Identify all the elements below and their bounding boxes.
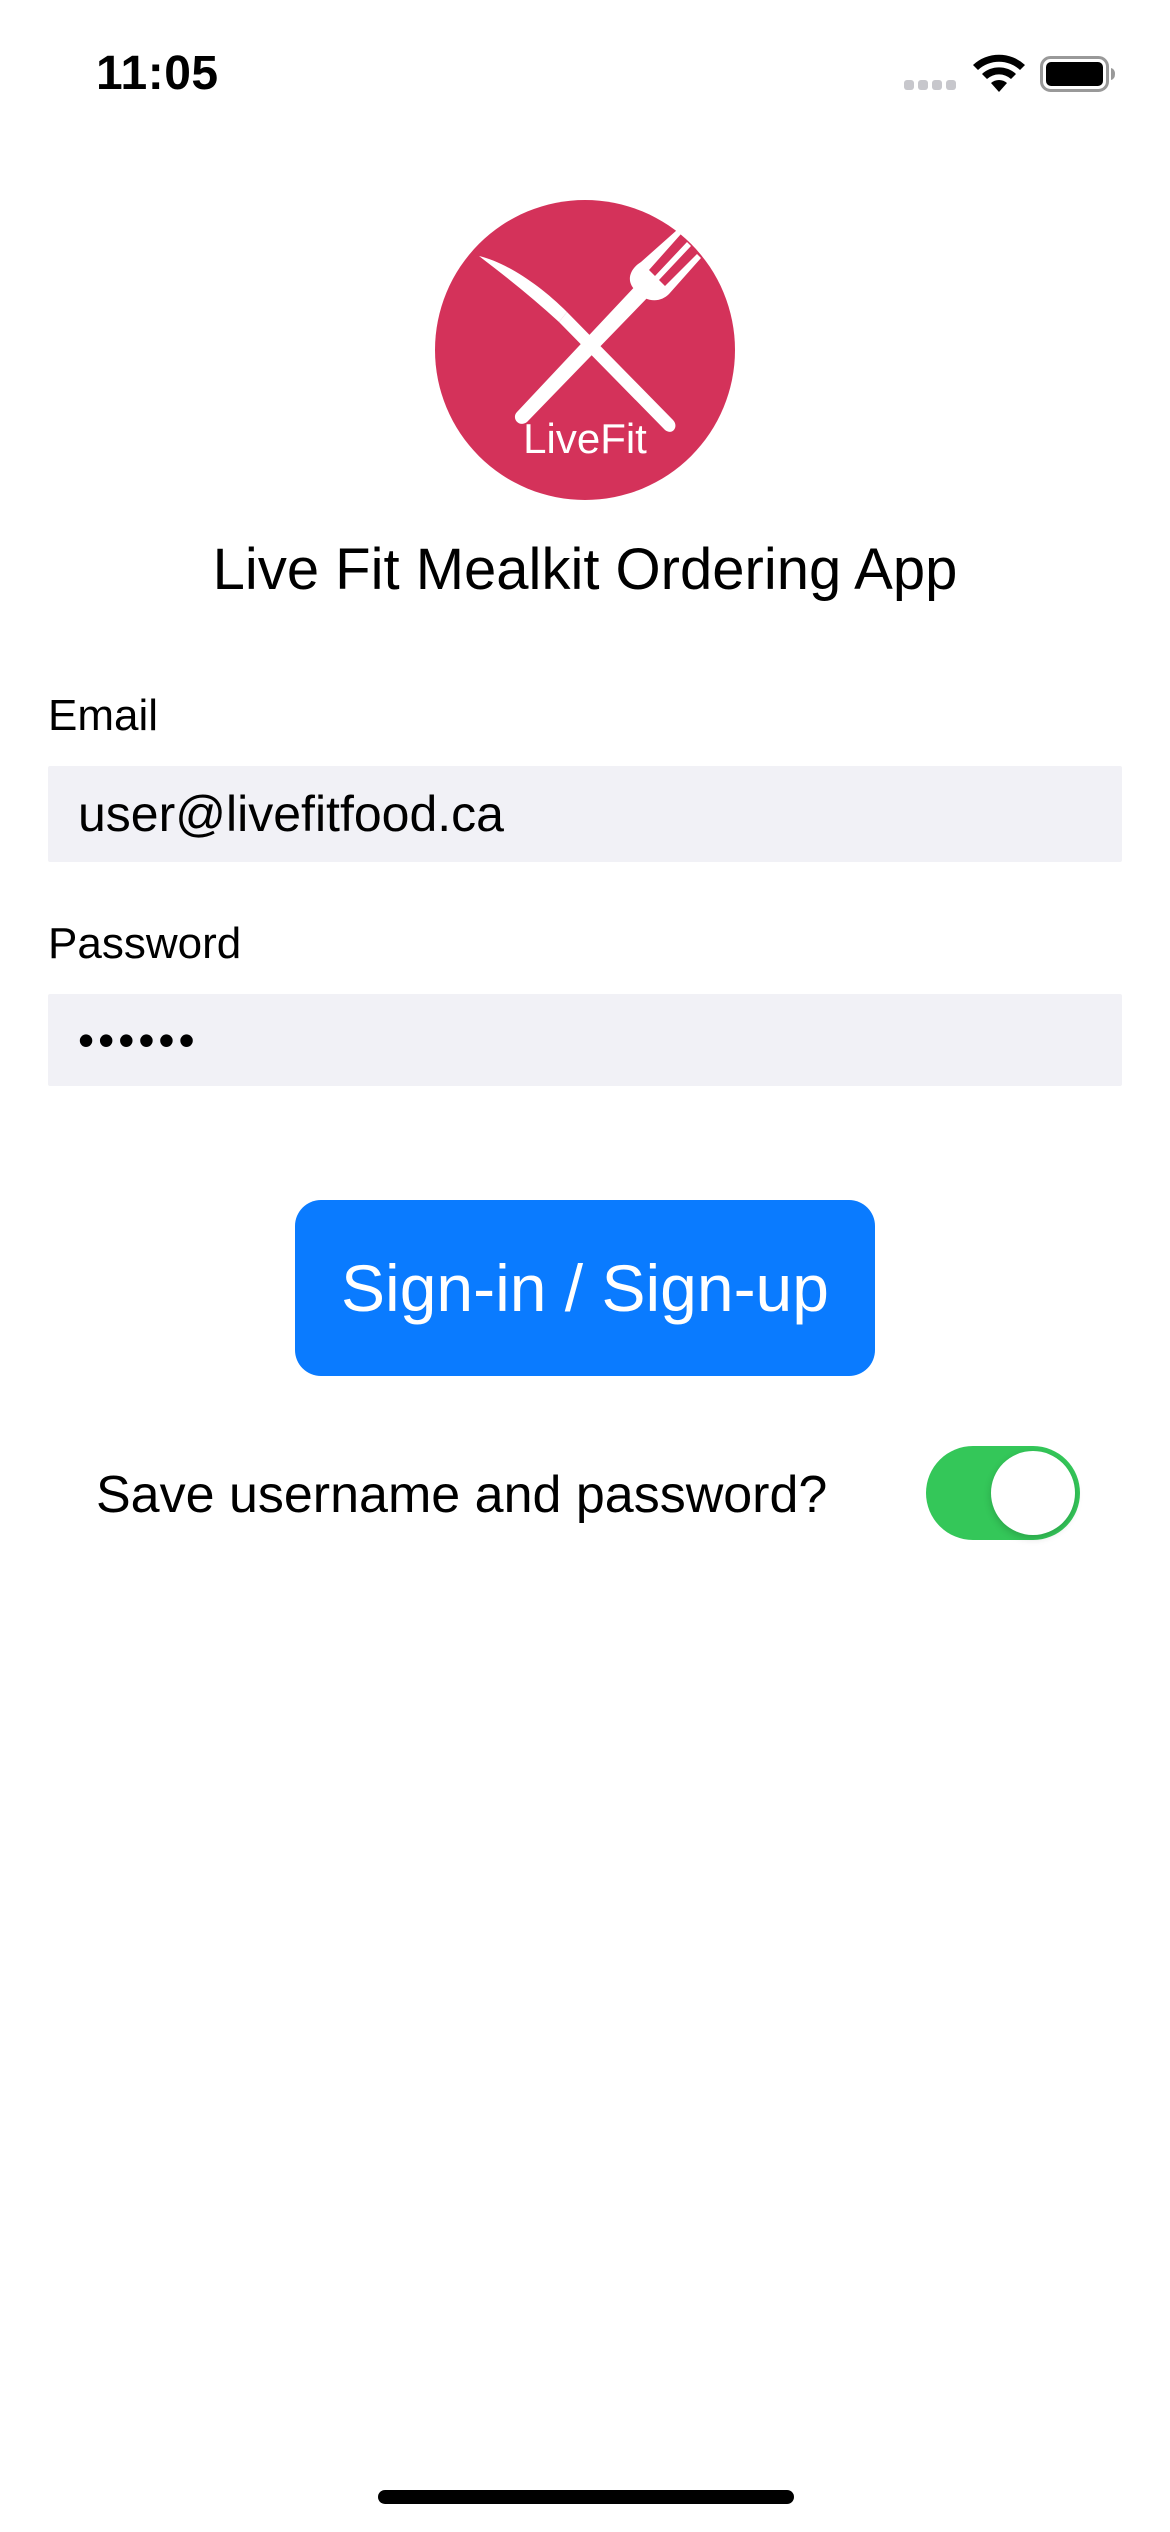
signin-signup-button[interactable]: Sign-in / Sign-up bbox=[295, 1200, 875, 1376]
battery-icon bbox=[1040, 56, 1115, 92]
app-title: Live Fit Mealkit Ordering App bbox=[212, 537, 958, 602]
status-time: 11:05 bbox=[96, 47, 219, 100]
password-field[interactable]: •••••• bbox=[48, 994, 1122, 1086]
save-credentials-toggle[interactable] bbox=[926, 1446, 1080, 1540]
cell-signal-icon bbox=[904, 80, 956, 90]
password-label: Password bbox=[48, 919, 242, 968]
home-indicator[interactable] bbox=[378, 2490, 794, 2504]
email-label: Email bbox=[48, 691, 159, 740]
email-field[interactable] bbox=[48, 766, 1122, 862]
wifi-icon bbox=[973, 54, 1025, 92]
save-credentials-label: Save username and password? bbox=[96, 1466, 828, 1524]
toggle-knob bbox=[991, 1451, 1075, 1535]
logo-text: LiveFit bbox=[523, 415, 647, 462]
